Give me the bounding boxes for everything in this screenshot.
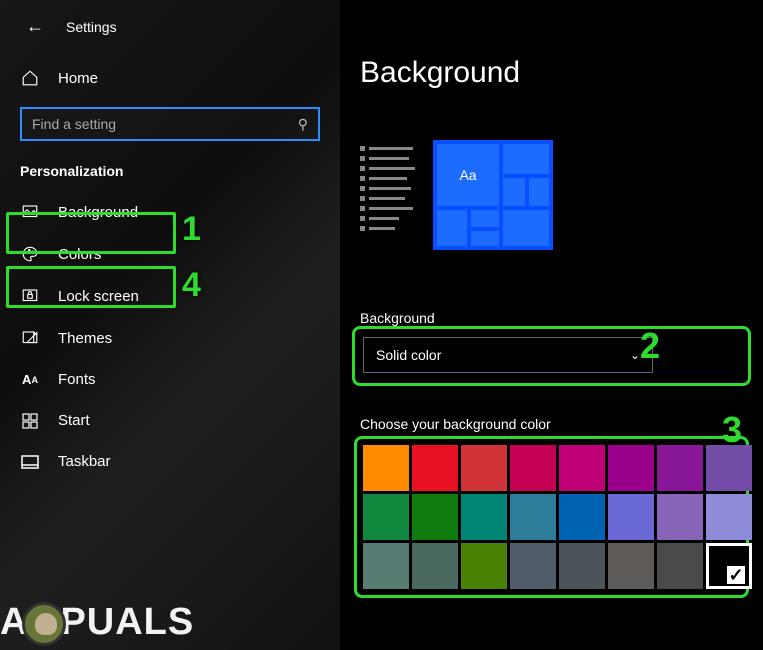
color-swatch[interactable]: ✓ <box>412 445 458 491</box>
nav-label: Fonts <box>58 371 96 388</box>
color-swatch[interactable]: ✓ <box>559 543 605 589</box>
annotation-number-1: 1 <box>182 210 201 249</box>
home-icon <box>20 69 40 87</box>
color-swatch[interactable]: ✓ <box>657 543 703 589</box>
color-swatch[interactable]: ✓ <box>510 445 556 491</box>
dropdown-value: Solid color <box>376 347 441 363</box>
color-swatch[interactable]: ✓ <box>461 445 507 491</box>
nav-label: Lock screen <box>58 288 139 305</box>
annotation-number-2: 2 <box>640 325 660 367</box>
titlebar: ← Settings <box>0 12 340 55</box>
section-label: Personalization <box>0 159 340 189</box>
chevron-down-icon: ⌄ <box>630 348 640 362</box>
color-swatch[interactable]: ✓ <box>461 543 507 589</box>
color-swatch[interactable]: ✓ <box>657 445 703 491</box>
nav-label: Taskbar <box>58 453 111 470</box>
window-title: Settings <box>66 19 117 35</box>
color-swatch[interactable]: ✓ <box>412 543 458 589</box>
color-swatch[interactable]: ✓ <box>510 494 556 540</box>
sidebar: ← Settings Home ⚲ Personalization Backgr… <box>0 0 340 650</box>
lock-icon <box>20 287 40 305</box>
main-panel: Background Aa Background 2 Solid c <box>340 0 763 650</box>
color-swatch[interactable]: ✓ <box>559 445 605 491</box>
avatar-icon <box>22 602 66 646</box>
color-swatch[interactable]: ✓ <box>461 494 507 540</box>
preview-tile-text: Aa <box>437 144 499 206</box>
sidebar-item-fonts[interactable]: AA Fonts <box>0 361 340 398</box>
color-swatch[interactable]: ✓ <box>706 445 752 491</box>
taskbar-icon <box>20 455 40 469</box>
nav-label: Start <box>58 412 90 429</box>
annotation-box-3: 3 ✓✓✓✓✓✓✓✓✓✓✓✓✓✓✓✓✓✓✓✓✓✓✓✓ <box>354 436 749 598</box>
page-title: Background <box>360 56 743 90</box>
home-link[interactable]: Home <box>0 59 340 97</box>
themes-icon <box>20 329 40 347</box>
color-swatch[interactable]: ✓ <box>559 494 605 540</box>
color-swatch[interactable]: ✓ <box>608 543 654 589</box>
color-swatch-grid: ✓✓✓✓✓✓✓✓✓✓✓✓✓✓✓✓✓✓✓✓✓✓✓✓ <box>363 445 740 589</box>
fonts-icon: AA <box>20 372 40 387</box>
start-icon <box>20 413 40 429</box>
color-swatch[interactable]: ✓ <box>510 543 556 589</box>
home-label: Home <box>58 70 98 87</box>
color-swatch[interactable]: ✓ <box>608 445 654 491</box>
sidebar-item-lock-screen[interactable]: Lock screen <box>0 277 340 315</box>
sidebar-item-themes[interactable]: Themes <box>0 319 340 357</box>
search-box[interactable]: ⚲ <box>20 107 320 141</box>
picture-icon <box>20 203 40 221</box>
sidebar-item-colors[interactable]: Colors <box>0 235 340 273</box>
color-swatch[interactable]: ✓ <box>363 494 409 540</box>
search-input[interactable] <box>32 116 298 132</box>
nav-label: Colors <box>58 246 101 263</box>
annotation-box-2: 2 Solid color ⌄ <box>352 326 751 386</box>
choose-color-label: Choose your background color <box>360 416 743 432</box>
color-swatch[interactable]: ✓ <box>363 445 409 491</box>
preview-tile: Aa <box>433 140 553 250</box>
nav-label: Themes <box>58 330 112 347</box>
color-swatch[interactable]: ✓ <box>608 494 654 540</box>
color-swatch[interactable]: ✓ <box>706 543 752 589</box>
palette-icon <box>20 245 40 263</box>
annotation-number-4: 4 <box>182 266 201 305</box>
dropdown-label: Background <box>360 310 743 326</box>
background-dropdown[interactable]: Solid color ⌄ <box>363 337 653 373</box>
theme-preview: Aa <box>360 140 743 250</box>
sidebar-item-start[interactable]: Start <box>0 402 340 439</box>
sidebar-item-taskbar[interactable]: Taskbar <box>0 443 340 480</box>
check-icon: ✓ <box>727 566 745 584</box>
sidebar-item-background[interactable]: Background <box>0 193 340 231</box>
color-swatch[interactable]: ✓ <box>412 494 458 540</box>
color-swatch[interactable]: ✓ <box>363 543 409 589</box>
watermark-logo: APUALS <box>0 601 194 646</box>
color-swatch[interactable]: ✓ <box>706 494 752 540</box>
color-swatch[interactable]: ✓ <box>657 494 703 540</box>
preview-text-lines <box>360 140 415 231</box>
back-arrow-icon[interactable]: ← <box>26 16 44 37</box>
nav-label: Background <box>58 204 138 221</box>
search-icon: ⚲ <box>298 116 308 133</box>
